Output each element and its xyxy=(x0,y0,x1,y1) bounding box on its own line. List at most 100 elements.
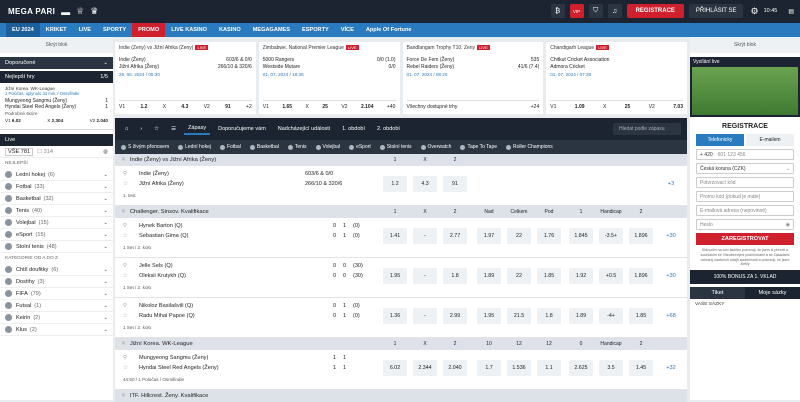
odds-button[interactable]: 2.040 xyxy=(443,360,467,376)
pin-icon[interactable]: ⚲ xyxy=(123,355,127,361)
top-game-card[interactable]: Jižní Korea. WK-League 1 Poločas, uplynu… xyxy=(0,83,113,130)
sport-filter[interactable]: Volejbal xyxy=(315,144,340,150)
trophy-icon[interactable]: ♛ xyxy=(90,6,98,17)
odd-value[interactable]: +40 xyxy=(387,104,395,110)
odds-button[interactable]: -4+ xyxy=(599,308,623,324)
phone-field[interactable]: + 420 601 123 456 xyxy=(696,149,794,160)
odds-button[interactable]: 1.92 xyxy=(569,268,593,284)
sport-item[interactable]: eSport (15) ⌄ xyxy=(0,229,113,241)
odd-value[interactable]: X xyxy=(163,104,166,110)
logo[interactable]: MEGA PARI xyxy=(8,7,55,16)
odds-button[interactable]: 1.85 xyxy=(537,268,561,284)
az-item[interactable]: Dostihy (3) ⌄ xyxy=(0,276,113,288)
odds-button[interactable]: 1.41 xyxy=(383,228,407,244)
nav-apple-of-fortune[interactable]: Apple Of Fortune xyxy=(360,23,418,37)
top-games-header[interactable]: Nejlepší hry 1/5 xyxy=(0,71,113,83)
nav-cricket[interactable]: KRIKET xyxy=(40,23,73,37)
nav-casino[interactable]: KASINO xyxy=(213,23,247,37)
odds-button[interactable]: 1.85 xyxy=(629,308,653,324)
sport-filter[interactable]: eSport xyxy=(349,144,371,150)
chevron-down-icon[interactable]: ⌄ xyxy=(103,267,108,273)
chevron-down-icon[interactable]: ⌄ xyxy=(103,196,108,202)
tab-period-2[interactable]: 2. období xyxy=(373,124,404,134)
odds-button[interactable]: 1.7 xyxy=(477,360,501,376)
odd-value[interactable]: 25 xyxy=(625,104,631,110)
odd-value[interactable]: 25 xyxy=(322,104,328,110)
pin-icon[interactable]: ⚲ xyxy=(123,303,127,309)
nav-promo[interactable]: PROMO xyxy=(132,23,166,37)
odd-value[interactable]: Všechny dostupné trhy xyxy=(407,104,458,110)
chevron-down-icon[interactable]: ⌄ xyxy=(103,244,108,250)
tab-upcoming[interactable]: Nadcházející události xyxy=(274,124,334,134)
az-item[interactable]: Klus (2) ⌄ xyxy=(0,324,113,336)
odd-value[interactable]: 91 xyxy=(225,104,231,110)
odds-button[interactable]: 1.89 xyxy=(477,268,501,284)
odd-value[interactable]: V1 xyxy=(550,104,556,110)
chevron-down-icon[interactable]: ⌄ xyxy=(103,291,108,297)
star-icon[interactable]: ✕ xyxy=(121,209,126,215)
sport-filter[interactable]: Basketbal xyxy=(249,144,279,150)
odd-value[interactable]: 1.09 xyxy=(575,104,585,110)
chevron-down-icon[interactable]: ⌄ xyxy=(103,279,108,285)
nav-live[interactable]: LIVE xyxy=(73,23,97,37)
promo-code-field[interactable]: Promo kód (pokud je máte) xyxy=(696,191,794,202)
odd-value[interactable]: V1 xyxy=(119,104,125,110)
more-markets-link[interactable]: +30 xyxy=(659,233,683,239)
odds-button[interactable]: 21.5 xyxy=(507,308,531,324)
odds-button[interactable]: 1.8 xyxy=(443,268,467,284)
language-flag-icon[interactable]: ▤ xyxy=(788,8,794,15)
az-item[interactable]: Keirin (2) ⌄ xyxy=(0,312,113,324)
sport-filter[interactable]: Overwatch xyxy=(420,144,451,150)
match-row[interactable]: ⚲ ☆ Indie (Ženy) Jižní Afrika (Ženy) 1. test… xyxy=(115,166,687,206)
all-filter[interactable]: VŠE 781 ☐ 314 ◍ xyxy=(0,146,113,158)
sport-item[interactable]: Tenis (40) ⌄ xyxy=(0,205,113,217)
league-row[interactable]: ✕ Indie (Ženy) vs Jižní Afrika (Ženy) 1 X 2 xyxy=(115,154,687,166)
odds-button[interactable]: 1.536 xyxy=(507,360,531,376)
odds-button[interactable]: 1.1 xyxy=(537,360,561,376)
more-markets-link[interactable]: +68 xyxy=(659,313,683,319)
odd-value[interactable]: 7.03 xyxy=(673,104,683,110)
star-icon[interactable]: ☆ xyxy=(123,365,128,371)
odds-button[interactable]: 91 xyxy=(443,176,467,192)
odds-button[interactable]: 22 xyxy=(507,228,531,244)
more-markets-link[interactable]: +32 xyxy=(659,365,683,371)
chevron-down-icon[interactable]: ⌄ xyxy=(103,327,108,333)
nav-megagames[interactable]: MEGAGAMES xyxy=(247,23,296,37)
tab-matches[interactable]: Zápasy xyxy=(184,123,211,135)
chevron-down-icon[interactable]: ⌄ xyxy=(103,303,108,309)
odd-value[interactable]: V2 xyxy=(649,104,655,110)
favorites-header[interactable]: Doporučené ⌄ xyxy=(0,57,113,69)
list-icon[interactable]: ☰ xyxy=(167,124,180,134)
eye-icon[interactable]: ◉ xyxy=(786,222,790,228)
sport-item[interactable]: Stolní tenis (48) ⌄ xyxy=(0,241,113,253)
arrows-icon[interactable]: › xyxy=(136,124,146,134)
chevron-down-icon[interactable]: ⌄ xyxy=(103,208,108,214)
bitcoin-icon[interactable]: ₿ xyxy=(550,4,565,18)
odd-value[interactable]: X xyxy=(603,104,606,110)
live-video[interactable]: Vysílání live xyxy=(690,57,800,117)
chevron-down-icon[interactable]: ⌄ xyxy=(103,172,108,178)
match-card[interactable]: Zimbabwe. National Premier League LIVE 500… xyxy=(258,42,400,114)
odd-value[interactable]: 1.65 xyxy=(282,104,292,110)
currency-select[interactable]: Česká koruna (CZK) ⌄ xyxy=(696,163,794,174)
flag-icon[interactable]: ▬ xyxy=(61,7,70,17)
odds-button[interactable]: 1.97 xyxy=(477,228,501,244)
odds-button[interactable]: 1.896 xyxy=(629,228,653,244)
odds-button[interactable]: 1.89 xyxy=(569,308,593,324)
odds-button[interactable]: 1.2 xyxy=(383,176,407,192)
tab-period-1[interactable]: 1. období xyxy=(338,124,369,134)
match-row[interactable]: ⚲ ☆ Nikoloz Basilašvili (Q) Radu Mihai Papo… xyxy=(115,298,687,338)
match-row[interactable]: ⚲ ☆ Hynek Barton (Q) Sebastian Gima (Q) 1 Se… xyxy=(115,218,687,258)
sport-filter[interactable]: Lední hokej xyxy=(178,144,211,150)
odds-button[interactable]: 1.95 xyxy=(477,308,501,324)
pin-icon[interactable]: ⚲ xyxy=(123,223,127,229)
odds-button[interactable]: 1.95 xyxy=(383,268,407,284)
star-icon[interactable]: ☆ xyxy=(150,124,163,134)
hide-block-button-right[interactable]: Skrýt blok xyxy=(734,42,756,48)
sport-filter[interactable]: Tenis xyxy=(287,144,307,150)
sport-item[interactable]: Volejbal (15) ⌄ xyxy=(0,217,113,229)
odd-value[interactable]: +24 xyxy=(531,104,539,110)
star-icon[interactable]: ✕ xyxy=(121,341,126,347)
nav-euro[interactable]: EU 2024 xyxy=(6,23,40,37)
password-field[interactable]: Heslo ◉ xyxy=(696,219,794,230)
